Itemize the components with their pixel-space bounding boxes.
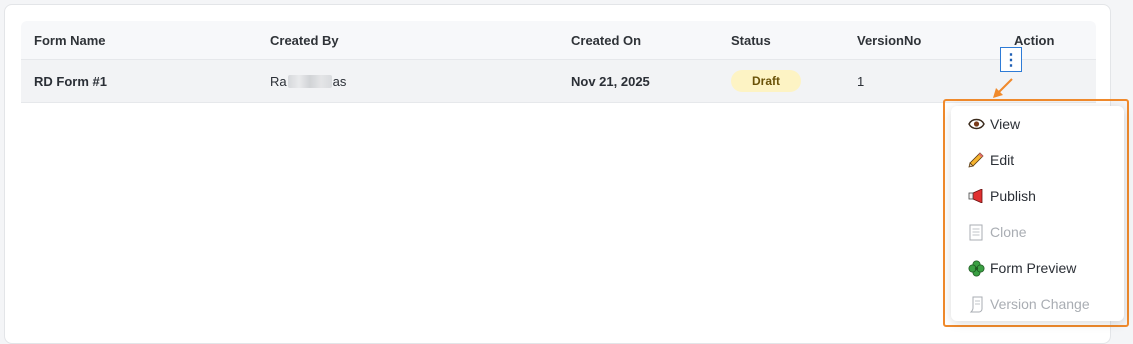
menu-item-version-change: Version Change	[967, 293, 1090, 315]
menu-item-edit[interactable]: Edit	[967, 149, 1014, 171]
menu-item-clone: Clone	[967, 221, 1027, 243]
created-by-start: Ra	[270, 73, 287, 89]
cell-form-name: RD Form #1	[34, 73, 107, 89]
pencil-icon	[967, 151, 985, 169]
row-actions-button[interactable]: ⋮	[1000, 47, 1022, 72]
menu-item-label: Edit	[990, 152, 1015, 168]
header-created-on[interactable]: Created On	[571, 21, 641, 59]
clover-icon	[967, 259, 985, 277]
menu-item-label: Publish	[990, 188, 1036, 204]
cell-status: Draft	[731, 60, 802, 102]
created-by-end: as	[332, 73, 347, 89]
status-badge: Draft	[731, 70, 802, 92]
redacted-blur	[287, 74, 332, 88]
scroll-icon	[967, 295, 985, 313]
header-form-name[interactable]: Form Name	[34, 21, 106, 59]
menu-item-label: Clone	[990, 224, 1027, 240]
table-row[interactable]: RD Form #1 Ra as Nov 21, 2025 Draft 1	[21, 60, 1096, 103]
header-created-by[interactable]: Created By	[270, 21, 339, 59]
eye-icon	[967, 115, 985, 133]
header-status[interactable]: Status	[731, 21, 771, 59]
menu-item-label: Form Preview	[990, 260, 1077, 276]
forms-table: Form Name Created By Created On Status V…	[21, 21, 1096, 103]
header-version-no[interactable]: VersionNo	[857, 21, 921, 59]
menu-item-label: Version Change	[990, 296, 1090, 312]
kebab-vertical-icon: ⋮	[1003, 51, 1019, 69]
table-header: Form Name Created By Created On Status V…	[21, 21, 1096, 60]
menu-item-label: View	[990, 116, 1021, 132]
cell-created-on: Nov 21, 2025	[571, 73, 650, 89]
cell-created-by: Ra as	[270, 60, 346, 102]
menu-item-view[interactable]: View	[967, 113, 1020, 135]
menu-item-publish[interactable]: Publish	[967, 185, 1036, 207]
document-icon	[967, 223, 985, 241]
row-actions-menu: View Edit Publish Clone Form Preview Ver…	[951, 106, 1124, 321]
megaphone-icon	[967, 187, 985, 205]
menu-item-form-preview[interactable]: Form Preview	[967, 257, 1076, 279]
cell-version-no: 1	[857, 73, 865, 89]
